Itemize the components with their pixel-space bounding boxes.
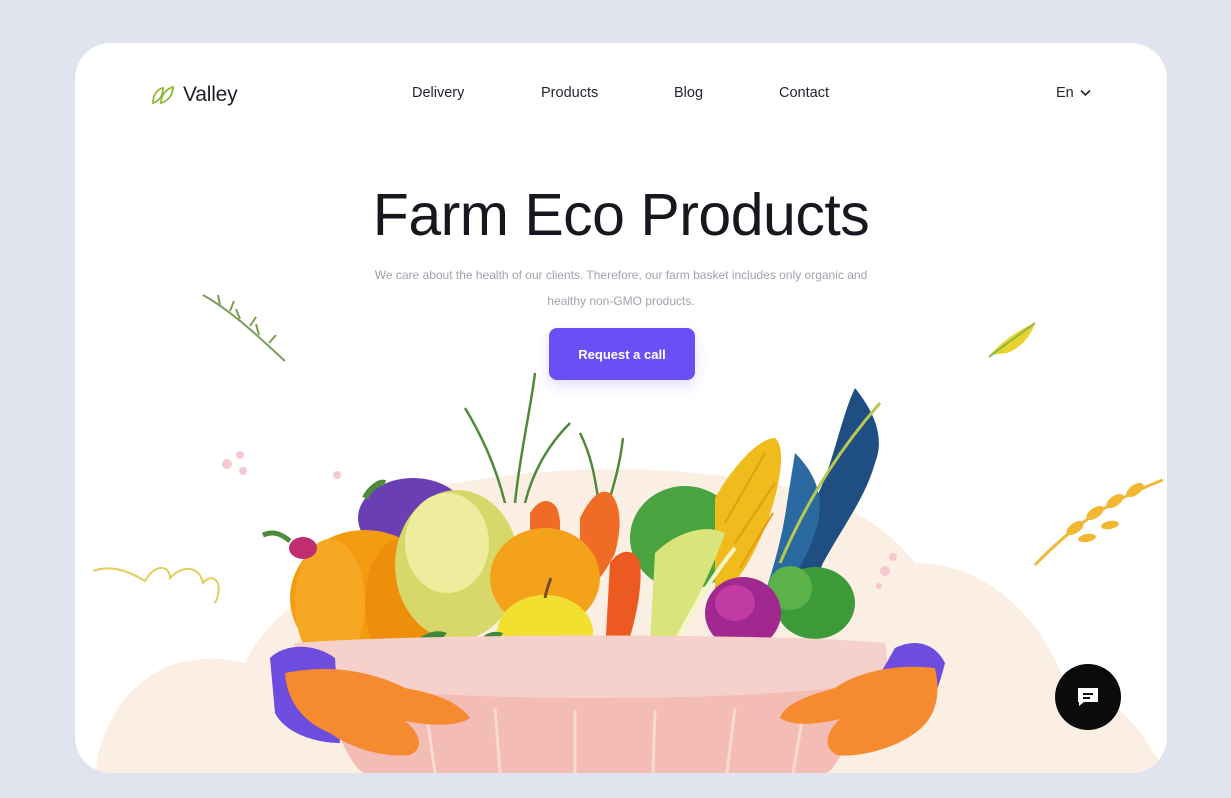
language-selector[interactable]: En <box>1056 85 1091 101</box>
chat-button[interactable] <box>1055 664 1121 730</box>
nav-item-blog[interactable]: Blog <box>674 85 703 101</box>
hero-title: Farm Eco Products <box>372 182 870 248</box>
chevron-down-icon <box>1080 89 1091 97</box>
request-call-button[interactable]: Request a call <box>549 328 695 380</box>
landing-card: Valley Delivery Products Blog Contact En… <box>75 43 1167 773</box>
chat-icon <box>1078 688 1098 706</box>
hero-description: We care about the health of our clients.… <box>374 268 868 308</box>
nav-item-delivery[interactable]: Delivery <box>412 85 464 101</box>
main-nav: Delivery Products Blog Contact <box>75 85 1167 105</box>
nav-item-products[interactable]: Products <box>541 85 598 101</box>
language-label: En <box>1056 85 1074 101</box>
vegetable-basket-illustration <box>92 294 1165 773</box>
nav-item-contact[interactable]: Contact <box>779 85 829 101</box>
